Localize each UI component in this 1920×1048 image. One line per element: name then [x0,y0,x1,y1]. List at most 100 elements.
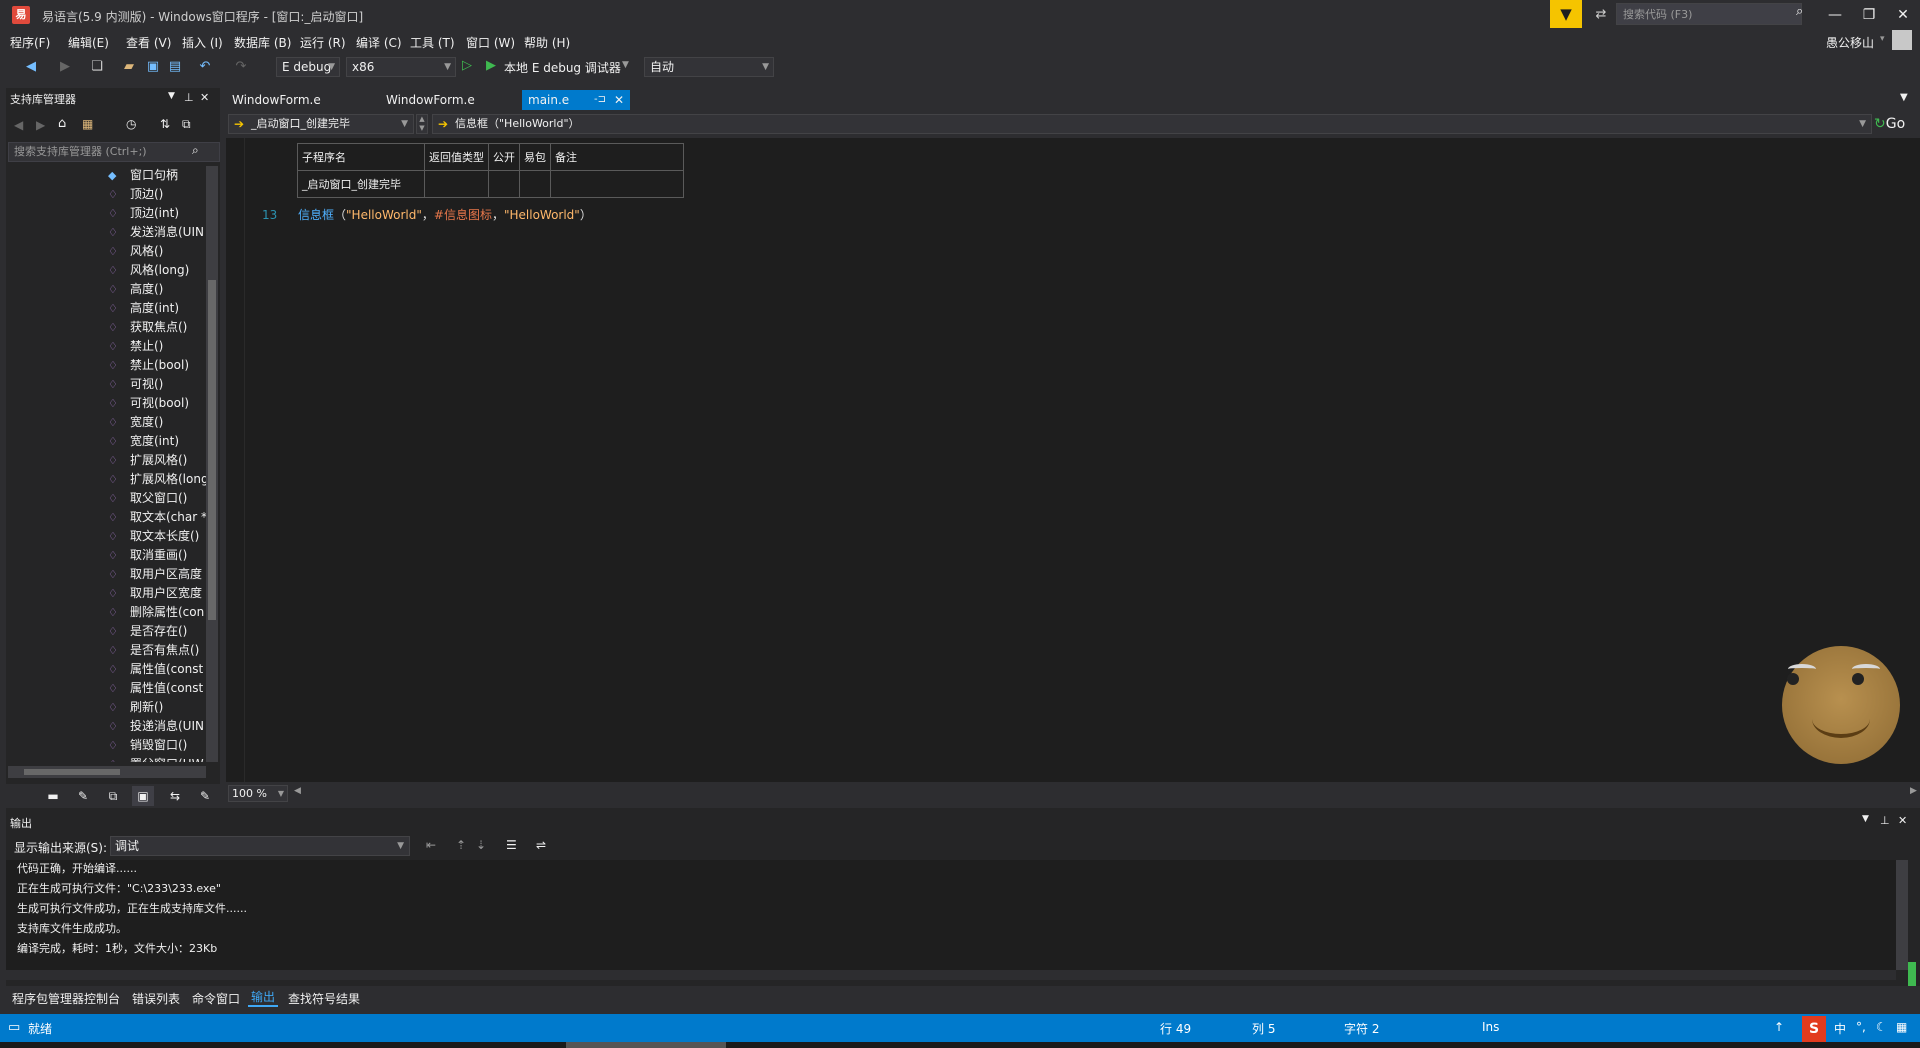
tree-item[interactable]: ♢ 是否存在() [6,622,206,641]
forward-icon[interactable]: ▶ [56,58,74,76]
sync-icon[interactable]: ▦ [82,117,93,131]
tree-item[interactable]: ♢ 风格(long) [6,261,206,280]
cell-public[interactable] [488,170,520,198]
panel-menu-icon[interactable]: ▼ [1862,814,1869,824]
tree-item[interactable]: ♢ 禁止() [6,337,206,356]
maximize-button[interactable]: ❐ [1852,2,1886,28]
tab-main[interactable]: main.e -⊐ ✕ [522,90,630,110]
open-folder-icon[interactable]: ▰ [120,58,138,76]
tree-item[interactable]: ♢ 取用户区宽度 [6,584,206,603]
tree-item[interactable]: ♢ 刷新() [6,698,206,717]
tree-hscroll-thumb[interactable] [24,769,120,775]
tab-output[interactable]: 输出 [248,988,279,1007]
stepper-icon[interactable]: ▲ ▼ [416,114,428,134]
tree-item[interactable]: ♢ 取用户区高度 [6,565,206,584]
ime-punctuation-icon[interactable]: °, [1856,1020,1866,1034]
scroll-right-icon[interactable]: ▶ [1910,786,1917,796]
output-source-select[interactable]: 调试 ▼ [110,836,410,856]
library-search-input[interactable]: 搜索支持库管理器 (Ctrl+;) [8,142,220,162]
tree-item[interactable]: ♢ 置父窗口(HW [6,755,206,762]
save-all-icon[interactable]: ▤ [166,58,184,76]
tree-item[interactable]: ♢ 宽度() [6,413,206,432]
prev-message-icon[interactable]: ⇡ [456,838,466,852]
menu-edit[interactable]: 编辑(E) [68,34,109,51]
tree-item[interactable]: ♢ 属性值(const [6,660,206,679]
mode-select[interactable]: 自动 ▼ [644,57,774,77]
tree-item[interactable]: ♢ 发送消息(UIN [6,223,206,242]
tree-item[interactable]: ♢ 销毁窗口() [6,736,206,755]
pin-icon[interactable]: -⊐ [594,90,606,110]
toolbox-icon[interactable]: ▬ [42,786,64,806]
cell-name[interactable]: _启动窗口_创建完毕 [297,170,425,198]
tree-item[interactable]: ♢ 扩展风格(long [6,470,206,489]
code-editor[interactable] [226,138,1920,782]
tab-command-window[interactable]: 命令窗口 [192,990,240,1007]
filter-icon[interactable]: ▼ [1550,0,1582,28]
platform-select[interactable]: x86 ▼ [346,57,456,77]
zoom-select[interactable]: 100 % ▼ [228,785,288,802]
tree-item[interactable]: ♢ 高度() [6,280,206,299]
start-debug-button[interactable]: 本地 E debug 调试器 [504,59,621,76]
search-icon[interactable]: ⌕ [192,143,199,158]
refresh-icon[interactable]: ⇅ [160,117,170,131]
close-icon[interactable]: ✕ [200,91,209,104]
user-dropdown-icon[interactable]: ▾ [1880,34,1885,44]
clear-all-icon[interactable]: ☰ [506,838,517,852]
tree-item[interactable]: ♢ 属性值(const [6,679,206,698]
tree-item[interactable]: ♢ 顶边() [6,185,206,204]
minimize-button[interactable]: — [1818,2,1852,28]
code-line[interactable]: 信息框（"HelloWorld"，#信息图标，"HelloWorld"） [298,206,592,223]
go-button[interactable]: ↻Go [1874,114,1920,134]
collapse-icon[interactable]: ⧉ [182,117,191,132]
close-icon[interactable]: ✕ [614,90,624,110]
scroll-left-icon[interactable]: ◀ [294,786,301,796]
tree-item[interactable]: ♢ 可视(bool) [6,394,206,413]
run-icon[interactable]: ▷ [462,58,472,73]
menu-help[interactable]: 帮助 (H) [524,34,570,51]
wrench-icon[interactable]: ✎ [72,786,94,806]
tree-item[interactable]: ♢ 取文本长度() [6,527,206,546]
back-icon[interactable]: ◀ [14,118,23,132]
ime-moon-icon[interactable]: ☾ [1876,1020,1887,1034]
ime-chinese-mode[interactable]: 中 [1834,1020,1846,1037]
menu-database[interactable]: 数据库 (B) [234,34,291,51]
ime-logo-icon[interactable]: S [1802,1016,1826,1042]
cell-remark[interactable] [550,170,684,198]
tree-item[interactable]: ♢ 是否有焦点() [6,641,206,660]
menu-insert[interactable]: 插入 (I) [182,34,223,51]
member-select[interactable]: ➔ 信息框（"HelloWorld"） ▼ [432,114,1872,134]
tree-item[interactable]: ◆ 窗口句柄 [6,166,206,185]
config-select[interactable]: E debug ▼ [276,57,340,77]
next-message-icon[interactable]: ⇣ [476,838,486,852]
tree-item[interactable]: ♢ 可视() [6,375,206,394]
output-text-area[interactable] [6,860,1896,970]
output-hscrollbar[interactable] [6,970,1896,980]
ime-grid-icon[interactable]: ▦ [1896,1020,1907,1034]
tree-item[interactable]: ♢ 顶边(int) [6,204,206,223]
panel-menu-icon[interactable]: ▼ [168,91,175,101]
cell-epackage[interactable] [519,170,551,198]
chevron-down-icon[interactable]: ▼ [622,60,629,70]
menu-run[interactable]: 运行 (R) [300,34,346,51]
history-icon[interactable]: ◷ [126,117,136,131]
tree-item[interactable]: ♢ 获取焦点() [6,318,206,337]
tree-item[interactable]: ♢ 取消重画() [6,546,206,565]
tab-windowform-1[interactable]: WindowForm.e [232,90,321,110]
close-window-button[interactable]: ✕ [1886,2,1920,28]
tree-item[interactable]: ♢ 取文本(char * [6,508,206,527]
tree-item[interactable]: ♢ 扩展风格() [6,451,206,470]
menu-view[interactable]: 查看 (V) [126,34,171,51]
components-icon[interactable]: ⧉ [102,786,124,806]
home-icon[interactable]: ⌂ [58,116,66,131]
word-wrap-icon[interactable]: ⇌ [536,838,546,852]
user-name[interactable]: 愚公移山 [1826,34,1874,51]
pin-icon[interactable]: ⊥ [184,91,194,104]
search-code-input[interactable]: 搜索代码 (F3) [1616,3,1802,25]
tree-item[interactable]: ♢ 投递消息(UIN [6,717,206,736]
tab-error-list[interactable]: 错误列表 [132,990,180,1007]
tab-find-symbol-results[interactable]: 查找符号结果 [288,990,360,1007]
tree-item[interactable]: ♢ 宽度(int) [6,432,206,451]
start-debug-icon[interactable]: ▶ [486,58,496,73]
undo-icon[interactable]: ↶ [196,58,214,76]
menu-window[interactable]: 窗口 (W) [466,34,515,51]
